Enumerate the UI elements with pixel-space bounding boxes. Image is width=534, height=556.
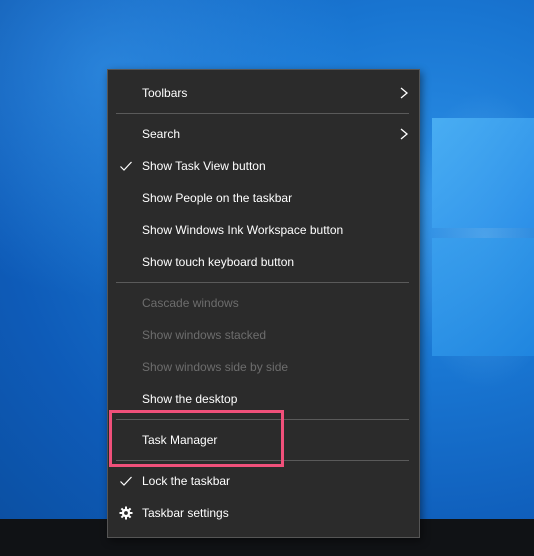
taskbar-context-menu: Toolbars Search Show Task View button Sh…	[107, 69, 420, 538]
menu-item-label: Toolbars	[142, 86, 188, 100]
menu-separator	[116, 282, 409, 283]
menu-item-label: Cascade windows	[142, 296, 239, 310]
menu-item-show-people[interactable]: Show People on the taskbar	[108, 183, 419, 213]
menu-item-label: Lock the taskbar	[142, 474, 231, 488]
windows-logo-pane-top	[432, 118, 534, 228]
menu-item-label: Show People on the taskbar	[142, 191, 293, 205]
menu-item-search[interactable]: Search	[108, 119, 419, 149]
menu-item-label: Show touch keyboard button	[142, 255, 295, 269]
menu-item-toolbars[interactable]: Toolbars	[108, 78, 419, 108]
checkmark-icon	[120, 161, 132, 171]
checkmark-icon	[120, 476, 132, 486]
gear-icon	[119, 506, 133, 520]
menu-separator	[116, 113, 409, 114]
menu-item-show-windows-stacked: Show windows stacked	[108, 320, 419, 350]
windows-logo-pane-bottom	[432, 238, 534, 356]
menu-item-show-task-view[interactable]: Show Task View button	[108, 151, 419, 181]
menu-item-label: Show Task View button	[142, 159, 266, 173]
menu-item-label: Show Windows Ink Workspace button	[142, 223, 344, 237]
chevron-right-icon	[400, 87, 409, 99]
menu-item-show-windows-side-by-side: Show windows side by side	[108, 352, 419, 382]
menu-item-cascade-windows: Cascade windows	[108, 288, 419, 318]
menu-item-show-ink-workspace[interactable]: Show Windows Ink Workspace button	[108, 215, 419, 245]
task-manager-highlight	[109, 410, 284, 467]
menu-item-label: Search	[142, 127, 181, 141]
menu-item-show-touch-keyboard[interactable]: Show touch keyboard button	[108, 247, 419, 277]
menu-item-label: Taskbar settings	[142, 506, 229, 520]
chevron-right-icon	[400, 128, 409, 140]
menu-item-label: Show windows side by side	[142, 360, 289, 374]
menu-item-taskbar-settings[interactable]: Taskbar settings	[108, 498, 419, 528]
menu-item-lock-taskbar[interactable]: Lock the taskbar	[108, 466, 419, 496]
menu-item-label: Show windows stacked	[142, 328, 267, 342]
